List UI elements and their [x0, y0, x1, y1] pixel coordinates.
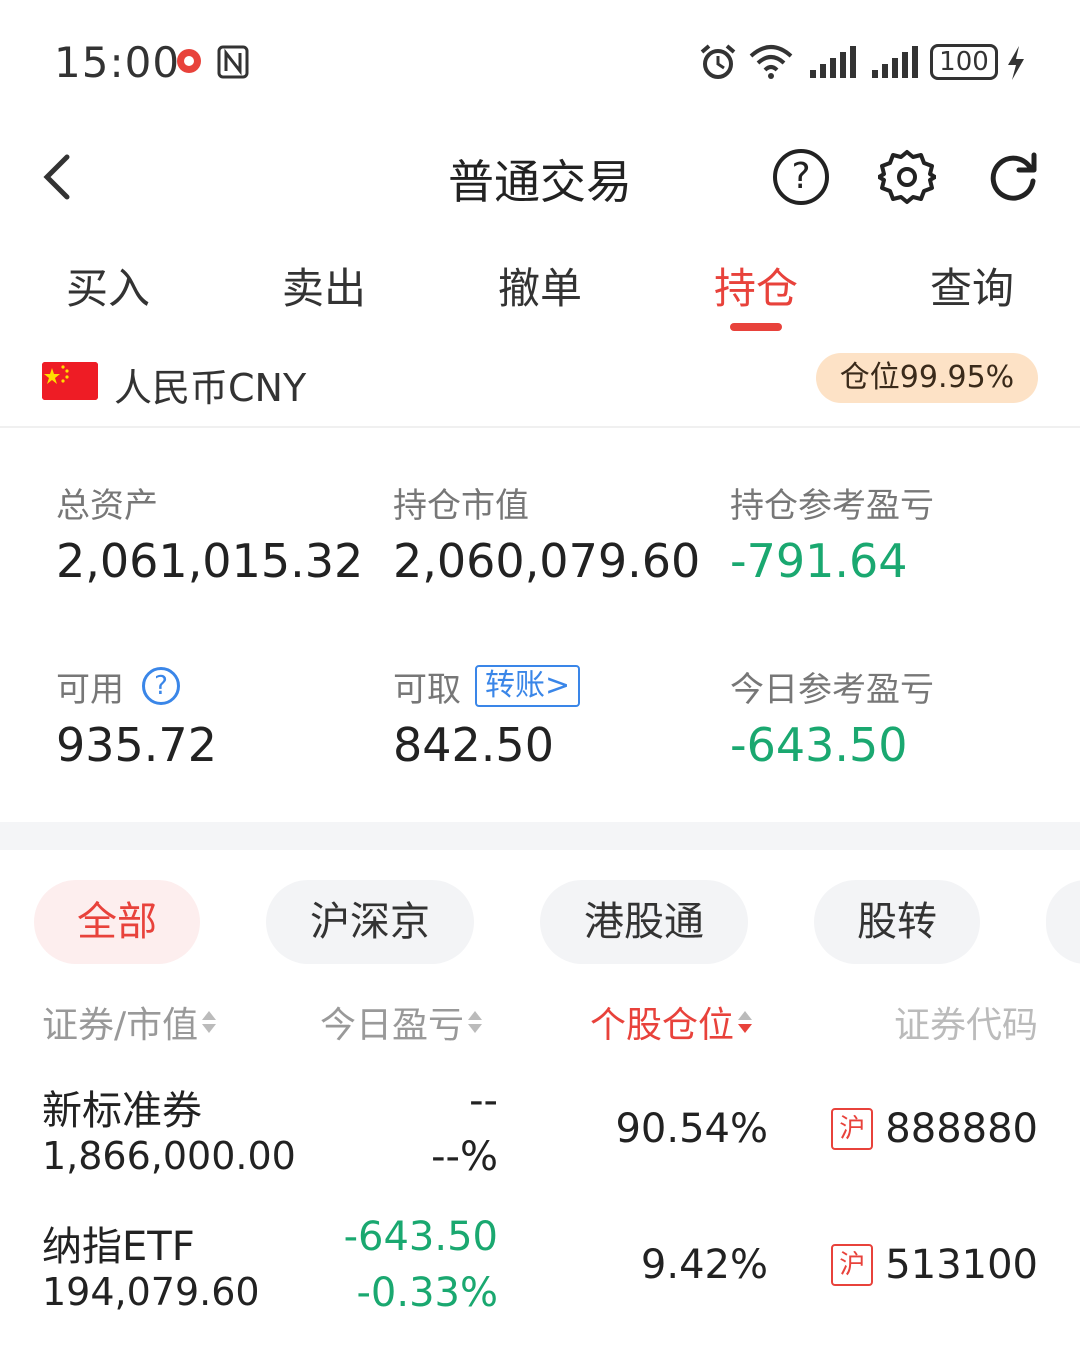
- charging-icon: [1008, 46, 1024, 80]
- holding-pl-value: -791.64: [730, 534, 908, 588]
- security-position: 9.42%: [640, 1242, 768, 1288]
- col-today-pl-label: 今日盈亏: [320, 1005, 465, 1046]
- security-code: 513100: [885, 1242, 1038, 1288]
- trade-tabs: 买入 卖出 撤单 持仓 查询: [0, 245, 1080, 335]
- withdrawable-label: 可取: [393, 669, 461, 710]
- security-today-pl-pct: -0.33%: [356, 1270, 498, 1316]
- settings-button[interactable]: [872, 142, 942, 212]
- currency-row: 人民币CNY 仓位99.95%: [0, 345, 1080, 425]
- security-today-pl-pct: --%: [431, 1134, 498, 1180]
- total-assets-value: 2,061,015.32: [56, 534, 364, 588]
- market-tag: 沪: [831, 1108, 874, 1150]
- transfer-button[interactable]: 转账>: [475, 665, 581, 707]
- today-pl-value: -643.50: [730, 718, 908, 772]
- status-bar: 15:00 100: [0, 0, 1080, 120]
- active-tab-indicator: [730, 323, 782, 331]
- holdings-market-value-label: 持仓市值: [393, 485, 529, 526]
- total-assets: 总资产 2,061,015.32: [56, 478, 376, 589]
- help-icon: ?: [773, 149, 829, 205]
- holding-pl: 持仓参考盈亏 -791.64: [730, 478, 1050, 589]
- battery-level: 100: [939, 47, 989, 77]
- security-today-pl: --: [469, 1078, 498, 1124]
- holdings-table-header: 证券/市值 今日盈亏 个股仓位 证券代码: [0, 990, 1080, 1050]
- status-time: 15:00: [54, 38, 181, 87]
- available-value: 935.72: [56, 718, 217, 772]
- holding-pl-label: 持仓参考盈亏: [730, 485, 934, 526]
- nfc-icon: [217, 45, 249, 79]
- sort-icon: [738, 1009, 753, 1035]
- nav-bar: 普通交易 ?: [0, 120, 1080, 230]
- refresh-icon: [990, 152, 1037, 201]
- alarm-icon: [700, 44, 736, 79]
- filter-all[interactable]: 全部: [34, 880, 200, 964]
- today-pl-label: 今日参考盈亏: [730, 669, 934, 710]
- help-icon-glyph: ?: [791, 156, 811, 197]
- available-label-row: 可用 ?: [56, 662, 376, 710]
- tab-query[interactable]: 查询: [864, 255, 1080, 316]
- market-filters: 全部 沪深京 港股通 股转: [0, 880, 1080, 964]
- wifi-icon: [749, 45, 793, 79]
- security-code-cell: 沪 513100: [831, 1242, 1038, 1288]
- col-today-pl[interactable]: 今日盈亏: [320, 996, 483, 1048]
- recording-icon: [177, 49, 201, 73]
- withdrawable-label-row: 可取 转账>: [393, 662, 713, 710]
- tab-cancel-order[interactable]: 撤单: [432, 255, 648, 316]
- security-position: 90.54%: [615, 1106, 768, 1152]
- withdrawable-value: 842.50: [393, 718, 554, 772]
- asset-summary: 总资产 2,061,015.32 持仓市值 2,060,079.60 持仓参考盈…: [0, 430, 1080, 820]
- col-security[interactable]: 证券/市值: [42, 996, 217, 1048]
- help-button[interactable]: ?: [766, 142, 836, 212]
- section-divider: [0, 822, 1080, 850]
- signal-icon: [810, 46, 856, 78]
- col-code-label: 证券代码: [893, 1005, 1038, 1046]
- divider: [0, 426, 1080, 428]
- security-name: 纳指ETF: [42, 1224, 195, 1270]
- holdings-market-value: 持仓市值 2,060,079.60: [393, 478, 713, 589]
- security-code: 888880: [885, 1106, 1038, 1152]
- col-code: 证券代码: [894, 996, 1038, 1048]
- security-market-value: 1,866,000.00: [42, 1134, 296, 1178]
- filter-sh-sz-bj[interactable]: 沪深京: [266, 880, 474, 964]
- sort-icon: [202, 1009, 217, 1035]
- signal-icon-2: [872, 46, 918, 78]
- gear-icon: [878, 150, 936, 204]
- security-name: 新标准券: [42, 1088, 202, 1134]
- currency-label: 人民币CNY: [114, 366, 307, 410]
- holdings-market-value-value: 2,060,079.60: [393, 534, 701, 588]
- withdrawable-funds: 可取 转账> 842.50: [393, 662, 713, 772]
- available-label: 可用: [56, 669, 124, 710]
- refresh-button[interactable]: [978, 142, 1048, 212]
- col-position-label: 个股仓位: [590, 1005, 735, 1046]
- filter-more[interactable]: [1046, 880, 1080, 964]
- table-row[interactable]: 纳指ETF 194,079.60 -643.50 -0.33% 9.42% 沪 …: [0, 1214, 1080, 1344]
- available-help-icon[interactable]: ?: [142, 667, 180, 705]
- tab-sell[interactable]: 卖出: [216, 255, 432, 316]
- col-position[interactable]: 个股仓位: [590, 996, 753, 1048]
- total-assets-label: 总资产: [56, 485, 158, 526]
- filter-share-transfer[interactable]: 股转: [814, 880, 980, 964]
- battery-icon: 100: [930, 44, 998, 80]
- china-flag-icon: [42, 362, 98, 400]
- tab-holdings[interactable]: 持仓: [648, 255, 864, 316]
- sort-icon: [468, 1009, 483, 1035]
- available-funds: 可用 ? 935.72: [56, 662, 376, 772]
- today-pl: 今日参考盈亏 -643.50: [730, 662, 1050, 773]
- market-tag: 沪: [831, 1244, 874, 1286]
- filter-hk-connect[interactable]: 港股通: [540, 880, 748, 964]
- security-today-pl: -643.50: [343, 1214, 498, 1260]
- security-code-cell: 沪 888880: [831, 1106, 1038, 1152]
- table-row[interactable]: 新标准券 1,866,000.00 -- --% 90.54% 沪 888880: [0, 1078, 1080, 1208]
- col-security-label: 证券/市值: [42, 1005, 199, 1046]
- tab-buy[interactable]: 买入: [0, 255, 216, 316]
- position-ratio-badge: 仓位99.95%: [816, 353, 1038, 403]
- security-market-value: 194,079.60: [42, 1270, 260, 1314]
